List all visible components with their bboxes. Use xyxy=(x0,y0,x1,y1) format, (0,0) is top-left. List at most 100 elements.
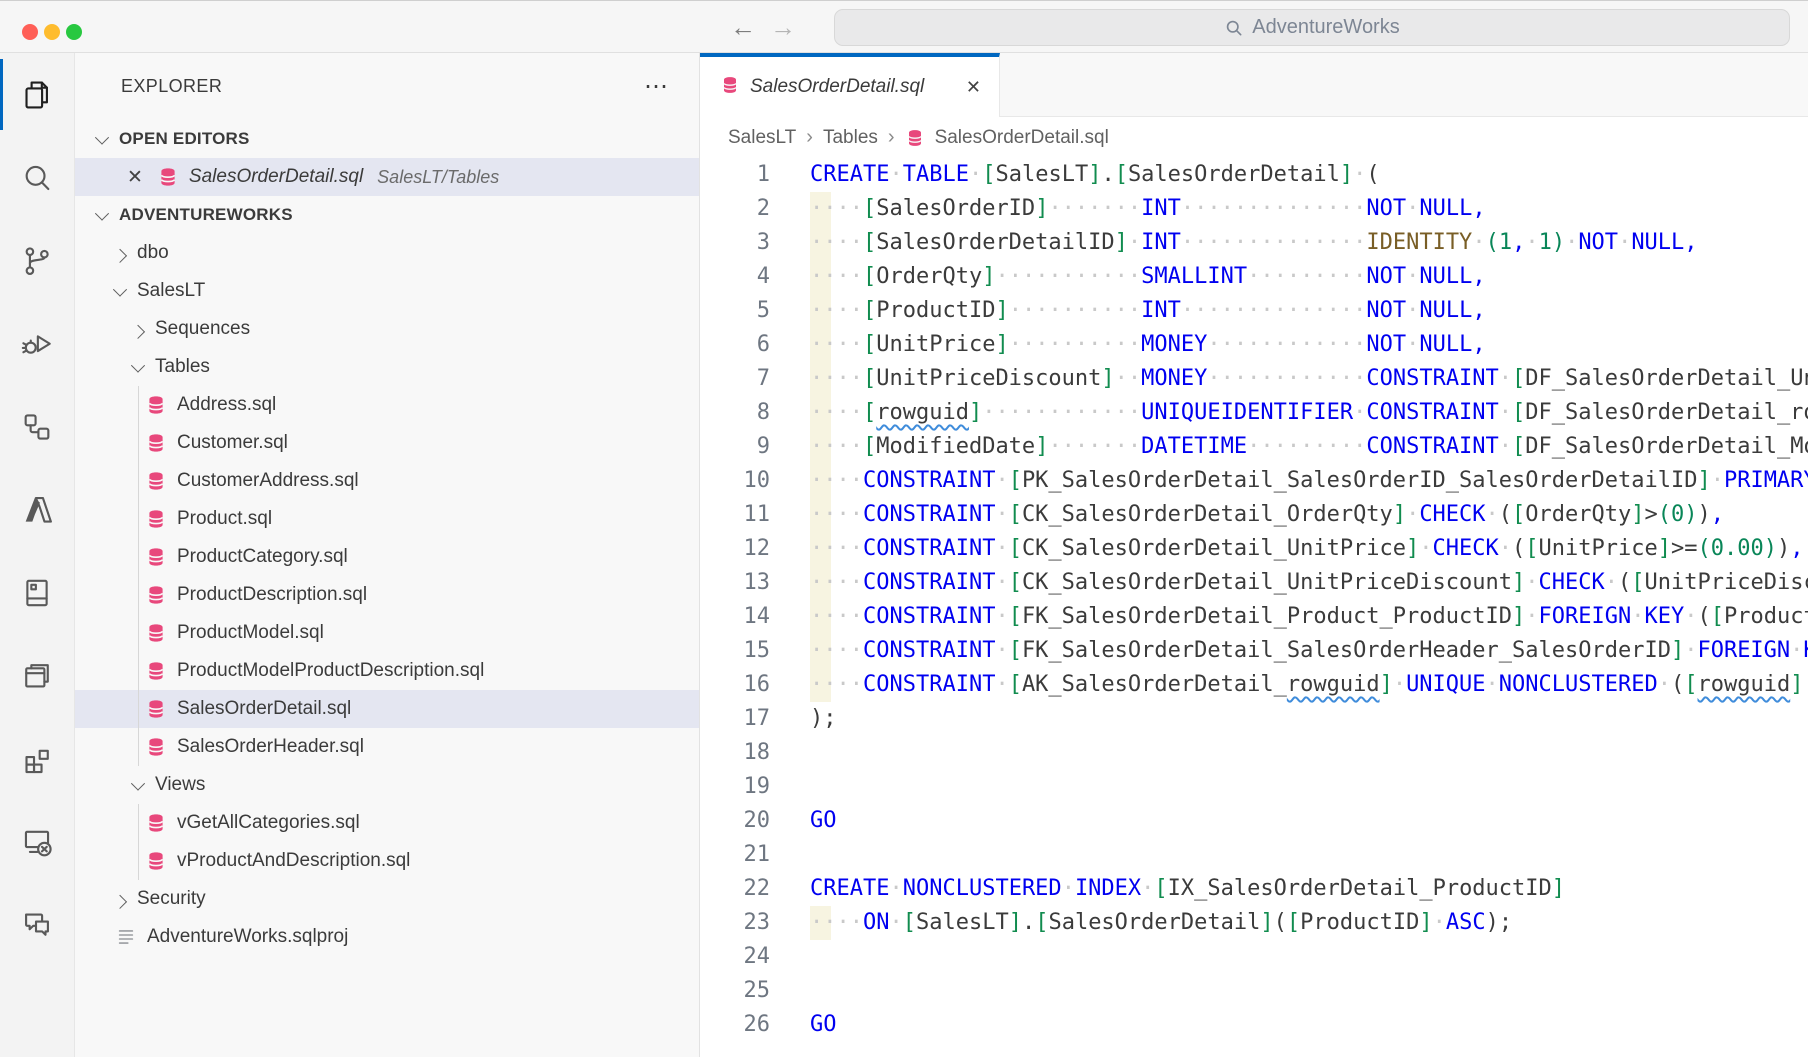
breadcrumb-schema[interactable]: SalesLT xyxy=(728,127,796,149)
code-line-17: 17); xyxy=(700,702,1808,736)
tree-section-adventureworks[interactable]: ADVENTUREWORKS xyxy=(75,196,699,234)
tree-file-productmodelproductdescription-sql[interactable]: ProductModelProductDescription.sql xyxy=(75,652,699,690)
line-number: 26 xyxy=(700,1008,770,1042)
tree-file-salesorderdetail-sql[interactable]: SalesOrderDetail.sql xyxy=(75,690,699,728)
code-line-15: 15····CONSTRAINT·[FK_SalesOrderDetail_Sa… xyxy=(700,634,1808,668)
tree-file-vgetallcategories-sql[interactable]: vGetAllCategories.sql xyxy=(75,804,699,842)
breadcrumb-file[interactable]: SalesOrderDetail.sql xyxy=(935,127,1109,149)
tree-folder-views[interactable]: Views xyxy=(75,766,699,804)
code-line-content: ····CONSTRAINT·[FK_SalesOrderDetail_Sale… xyxy=(770,634,1808,668)
more-actions-icon[interactable]: ⋯ xyxy=(644,82,669,92)
code-line-content: ····CONSTRAINT·[CK_SalesOrderDetail_Orde… xyxy=(770,498,1724,532)
tree-file-productcategory-sql[interactable]: ProductCategory.sql xyxy=(75,538,699,576)
code-line-20: 20GO xyxy=(700,804,1808,838)
close-window-button[interactable] xyxy=(22,24,38,40)
editor-area: SalesOrderDetail.sql ✕ SalesLT › Tables … xyxy=(700,53,1808,1057)
app-window: ← → AdventureWorks EXPLORER ⋯ OPEN EDITO… xyxy=(0,0,1808,1057)
breadcrumb-separator-icon: › xyxy=(888,126,895,149)
sql-file-icon xyxy=(145,622,167,644)
activity-bar xyxy=(0,53,75,1057)
line-number: 8 xyxy=(700,396,770,430)
line-number: 17 xyxy=(700,702,770,736)
activity-item-extensions[interactable] xyxy=(0,717,74,800)
code-line-content: GO xyxy=(770,804,837,838)
activity-item-source-control[interactable] xyxy=(0,219,74,302)
tree-section-open-editors[interactable]: OPEN EDITORS xyxy=(75,120,699,158)
activity-item-remote-explorer[interactable] xyxy=(0,800,74,883)
breadcrumb-folder[interactable]: Tables xyxy=(823,127,878,149)
activity-item-panels[interactable] xyxy=(0,634,74,717)
remote-explorer-icon xyxy=(20,825,54,859)
chevron-down-icon xyxy=(113,283,127,297)
zoom-window-button[interactable] xyxy=(66,24,82,40)
code-line-content: ····[ProductID]··········INT············… xyxy=(770,294,1486,328)
sql-file-icon xyxy=(145,470,167,492)
source-control-icon xyxy=(20,244,54,278)
folder-label: Sequences xyxy=(155,318,250,340)
file-label: vGetAllCategories.sql xyxy=(177,812,360,834)
sidebar-title: EXPLORER xyxy=(121,76,644,97)
tree-file-productmodel-sql[interactable]: ProductModel.sql xyxy=(75,614,699,652)
tree-file-address-sql[interactable]: Address.sql xyxy=(75,386,699,424)
line-number: 16 xyxy=(700,668,770,702)
tree-file-vproductanddescription-sql[interactable]: vProductAndDescription.sql xyxy=(75,842,699,880)
code-line-content: ····[SalesOrderID]·······INT············… xyxy=(770,192,1486,226)
file-label: CustomerAddress.sql xyxy=(177,470,359,492)
explorer-sidebar: EXPLORER ⋯ OPEN EDITORS✕SalesOrderDetail… xyxy=(75,53,700,1057)
activity-item-azure[interactable] xyxy=(0,468,74,551)
activity-item-feedback[interactable] xyxy=(0,883,74,966)
folder-label: Security xyxy=(137,888,206,910)
command-center-value: AdventureWorks xyxy=(1252,16,1399,39)
file-label: ProductModelProductDescription.sql xyxy=(177,660,484,682)
tree-file-customeraddress-sql[interactable]: CustomerAddress.sql xyxy=(75,462,699,500)
tree-file-productdescription-sql[interactable]: ProductDescription.sql xyxy=(75,576,699,614)
command-center-search[interactable]: AdventureWorks xyxy=(834,9,1790,46)
back-arrow-icon[interactable]: ← xyxy=(730,14,756,40)
tree-folder-saleslt[interactable]: SalesLT xyxy=(75,272,699,310)
chevron-right-icon xyxy=(113,249,127,263)
code-line-content: ····[SalesOrderDetailID]·INT············… xyxy=(770,226,1698,260)
tree-folder-sequences[interactable]: Sequences xyxy=(75,310,699,348)
code-line-22: 22CREATE·NONCLUSTERED·INDEX·[IX_SalesOrd… xyxy=(700,872,1808,906)
minimize-window-button[interactable] xyxy=(44,24,60,40)
file-label: AdventureWorks.sqlproj xyxy=(147,926,348,948)
tree-file-salesorderheader-sql[interactable]: SalesOrderHeader.sql xyxy=(75,728,699,766)
folder-label: Tables xyxy=(155,356,210,378)
activity-item-run-debug[interactable] xyxy=(0,302,74,385)
activity-item-search[interactable] xyxy=(0,136,74,219)
file-label: SalesOrderDetail.sql xyxy=(177,698,351,720)
tab-salesorderdetail[interactable]: SalesOrderDetail.sql ✕ xyxy=(700,53,1000,117)
file-label: ProductModel.sql xyxy=(177,622,324,644)
code-line-3: 3····[SalesOrderDetailID]·INT···········… xyxy=(700,226,1808,260)
history-nav: ← → xyxy=(730,1,796,53)
forward-arrow-icon[interactable]: → xyxy=(770,14,796,40)
close-editor-icon[interactable]: ✕ xyxy=(127,166,143,189)
activity-item-notebooks[interactable] xyxy=(0,551,74,634)
code-line-5: 5····[ProductID]··········INT···········… xyxy=(700,294,1808,328)
close-tab-icon[interactable]: ✕ xyxy=(966,77,981,98)
tree-file-customer-sql[interactable]: Customer.sql xyxy=(75,424,699,462)
activity-item-explorer[interactable] xyxy=(0,53,74,136)
code-line-content: ····[ModifiedDate]·······DATETIME·······… xyxy=(770,430,1808,464)
code-line-19: 19 xyxy=(700,770,1808,804)
tree-folder-tables[interactable]: Tables xyxy=(75,348,699,386)
activity-item-database-projects[interactable] xyxy=(0,385,74,468)
open-editor-item[interactable]: ✕SalesOrderDetail.sqlSalesLT/Tables xyxy=(75,158,699,196)
code-line-26: 26GO xyxy=(700,1008,1808,1042)
sql-file-icon xyxy=(145,394,167,416)
sql-file-icon xyxy=(145,584,167,606)
file-label: Address.sql xyxy=(177,394,276,416)
run-debug-icon xyxy=(20,327,54,361)
code-editor[interactable]: 1CREATE·TABLE·[SalesLT].[SalesOrderDetai… xyxy=(700,158,1808,1057)
line-number: 2 xyxy=(700,192,770,226)
tree-file-adventureworks-sqlproj[interactable]: AdventureWorks.sqlproj xyxy=(75,918,699,956)
line-number: 20 xyxy=(700,804,770,838)
tree-file-product-sql[interactable]: Product.sql xyxy=(75,500,699,538)
code-line-content: GO xyxy=(770,1008,837,1042)
tree-folder-security[interactable]: Security xyxy=(75,880,699,918)
code-line-18: 18 xyxy=(700,736,1808,770)
line-number: 18 xyxy=(700,736,770,770)
code-line-16: 16····CONSTRAINT·[AK_SalesOrderDetail_ro… xyxy=(700,668,1808,702)
tree-folder-dbo[interactable]: dbo xyxy=(75,234,699,272)
code-line-content: ····CONSTRAINT·[AK_SalesOrderDetail_rowg… xyxy=(770,668,1808,702)
